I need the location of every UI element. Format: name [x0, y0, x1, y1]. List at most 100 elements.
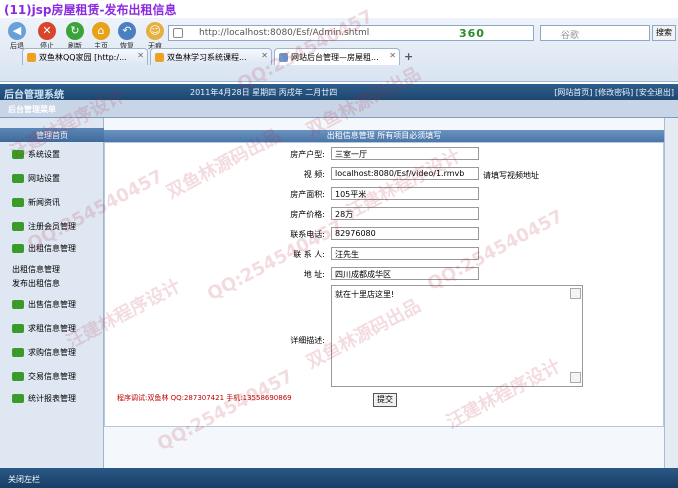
sidebar-item-label: 新闻资讯	[28, 198, 60, 207]
restore-icon: ↶	[118, 22, 136, 40]
page-icon	[173, 28, 183, 38]
contact-input[interactable]: 汪先生	[331, 247, 479, 260]
sidebar-item-label: 系统设置	[28, 150, 60, 159]
video-tip: 请填写视频地址	[483, 171, 539, 180]
sidebar-item-trade[interactable]: 交易信息管理	[0, 368, 104, 386]
page-icon	[279, 53, 288, 62]
sidebar: 管理首页 系统设置 网站设置 新闻资讯 注册会员管理 出租信息管理 出租信息管理…	[0, 118, 104, 468]
brand-360-logo: 360	[459, 27, 485, 40]
sidebar-item-label: 注册会员管理	[28, 222, 76, 231]
star-icon	[27, 53, 36, 62]
incognito-icon: ☺	[146, 22, 164, 40]
menu-title: 后台管理菜单	[8, 105, 56, 114]
developer-note: 程序调试:双鱼林 QQ:287307421 手机:13558690869	[117, 394, 292, 402]
new-tab-button[interactable]: +	[404, 50, 413, 63]
price-input[interactable]: 28万	[331, 207, 479, 220]
tab-course[interactable]: 双鱼林学习系统课程... ✕	[150, 48, 272, 65]
house-type-label: 房产户型:	[290, 150, 325, 159]
sidebar-item-want-rent[interactable]: 求租信息管理	[0, 320, 104, 338]
sidebar-sub-rent-publish[interactable]: 发布出租信息	[12, 278, 60, 289]
sidebar-item-label: 交易信息管理	[28, 372, 76, 381]
sidebar-item-want-buy[interactable]: 求购信息管理	[0, 344, 104, 362]
folder-icon	[12, 348, 24, 357]
close-icon[interactable]: ✕	[389, 51, 396, 60]
search-placeholder: 谷歌	[561, 31, 580, 41]
form-title: 出租信息管理 所有项目必须填写	[104, 130, 664, 142]
submit-button[interactable]: 提交	[373, 393, 397, 407]
home-button[interactable]: ⌂ 主页	[88, 22, 114, 51]
address-text: http://localhost:8080/Esf/Admin.shtml	[199, 28, 370, 38]
sidebar-home[interactable]: 管理首页	[0, 128, 104, 142]
search-input[interactable]: 谷歌	[540, 25, 650, 41]
home-icon: ⌂	[92, 22, 110, 40]
folder-icon	[12, 174, 24, 183]
price-label: 房产价格:	[290, 210, 325, 219]
phone-input[interactable]: 82976080	[331, 227, 479, 240]
app-header: 后台管理系统 2011年4月28日 星期四 丙戌年 二月廿四 [网站首页] [修…	[0, 84, 678, 101]
back-button[interactable]: ◀ 后退	[4, 22, 30, 51]
stop-icon: ✕	[38, 22, 56, 40]
details-textarea[interactable]: 就在十里店这里!	[331, 285, 583, 387]
close-icon[interactable]: ✕	[137, 51, 144, 60]
sidebar-item-label: 统计报表管理	[28, 394, 76, 403]
folder-icon	[12, 198, 24, 207]
tab-qq-home[interactable]: 双鱼林QQ家园 [http:/... ✕	[22, 48, 148, 65]
sidebar-item-label: 求租信息管理	[28, 324, 76, 333]
menu-header: 后台管理菜单	[0, 100, 678, 118]
tab-admin[interactable]: 网站后台管理—房屋租... ✕	[274, 48, 400, 65]
folder-icon	[12, 394, 24, 403]
refresh-icon: ↻	[66, 22, 84, 40]
rent-form: 房产户型: 三室一厅 视 频: localhost:8080/Esf/video…	[104, 142, 664, 427]
sidebar-item-site[interactable]: 网站设置	[0, 170, 104, 188]
area-input[interactable]: 105平米	[331, 187, 479, 200]
details-text: 就在十里店这里!	[335, 290, 395, 299]
folder-icon	[12, 222, 24, 231]
folder-icon	[12, 300, 24, 309]
sidebar-item-label: 求购信息管理	[28, 348, 76, 357]
house-type-input[interactable]: 三室一厅	[331, 147, 479, 160]
sidebar-item-system[interactable]: 系统设置	[0, 146, 104, 164]
site-icon	[155, 53, 164, 62]
sidebar-sub-rent-manage[interactable]: 出租信息管理	[12, 264, 60, 275]
sidebar-item-stats[interactable]: 统计报表管理	[0, 390, 104, 408]
tab-label: 网站后台管理—房屋租...	[291, 53, 379, 62]
close-icon[interactable]: ✕	[261, 51, 268, 60]
main-panel: 出租信息管理 所有项目必须填写 房产户型: 三室一厅 视 频: localhos…	[104, 118, 664, 468]
close-sidebar-link[interactable]: 关闭左栏	[8, 474, 40, 485]
contact-label: 联 系 人:	[293, 250, 325, 259]
page-caption: (11)jsp房屋租赁-发布出租信息	[4, 3, 177, 17]
top-links[interactable]: [网站首页] [修改密码] [安全退出]	[554, 87, 674, 98]
sidebar-item-members[interactable]: 注册会员管理	[0, 218, 104, 236]
folder-icon	[12, 244, 24, 253]
scroll-up-icon[interactable]	[570, 288, 581, 299]
sidebar-item-label: 网站设置	[28, 174, 60, 183]
scroll-down-icon[interactable]	[570, 372, 581, 383]
back-icon: ◀	[8, 22, 26, 40]
video-input[interactable]: localhost:8080/Esf/video/1.rmvb	[331, 167, 479, 180]
address-label: 地 址:	[303, 270, 325, 279]
sidebar-item-rent[interactable]: 出租信息管理	[0, 240, 104, 258]
stop-button[interactable]: ✕ 停止	[34, 22, 60, 51]
address-input[interactable]: 四川成都成华区	[331, 267, 479, 280]
tab-label: 双鱼林学习系统课程...	[167, 53, 247, 62]
search-button[interactable]: 搜索	[652, 25, 676, 41]
date-text: 2011年4月28日 星期四 丙戌年 二月廿四	[190, 88, 338, 97]
area-label: 房产面积:	[290, 190, 325, 199]
details-label: 详细描述:	[290, 336, 325, 345]
folder-icon	[12, 372, 24, 381]
incognito-button[interactable]: ☺ 无痕	[142, 22, 168, 51]
app-title: 后台管理系统	[4, 90, 64, 101]
sidebar-item-label: 出租信息管理	[28, 244, 76, 253]
sidebar-item-sale[interactable]: 出售信息管理	[0, 296, 104, 314]
folder-icon	[12, 324, 24, 333]
sidebar-item-news[interactable]: 新闻资讯	[0, 194, 104, 212]
phone-label: 联系电话:	[290, 230, 325, 239]
main-scrollbar[interactable]	[664, 118, 678, 468]
address-bar[interactable]: http://localhost:8080/Esf/Admin.shtml 36…	[168, 25, 534, 41]
sidebar-home-label: 管理首页	[36, 131, 68, 140]
video-label: 视 频:	[303, 170, 325, 179]
folder-icon	[12, 150, 24, 159]
restore-button[interactable]: ↶ 恢复	[114, 22, 140, 51]
refresh-button[interactable]: ↻ 刷新	[62, 22, 88, 51]
tab-label: 双鱼林QQ家园 [http:/...	[39, 53, 127, 62]
